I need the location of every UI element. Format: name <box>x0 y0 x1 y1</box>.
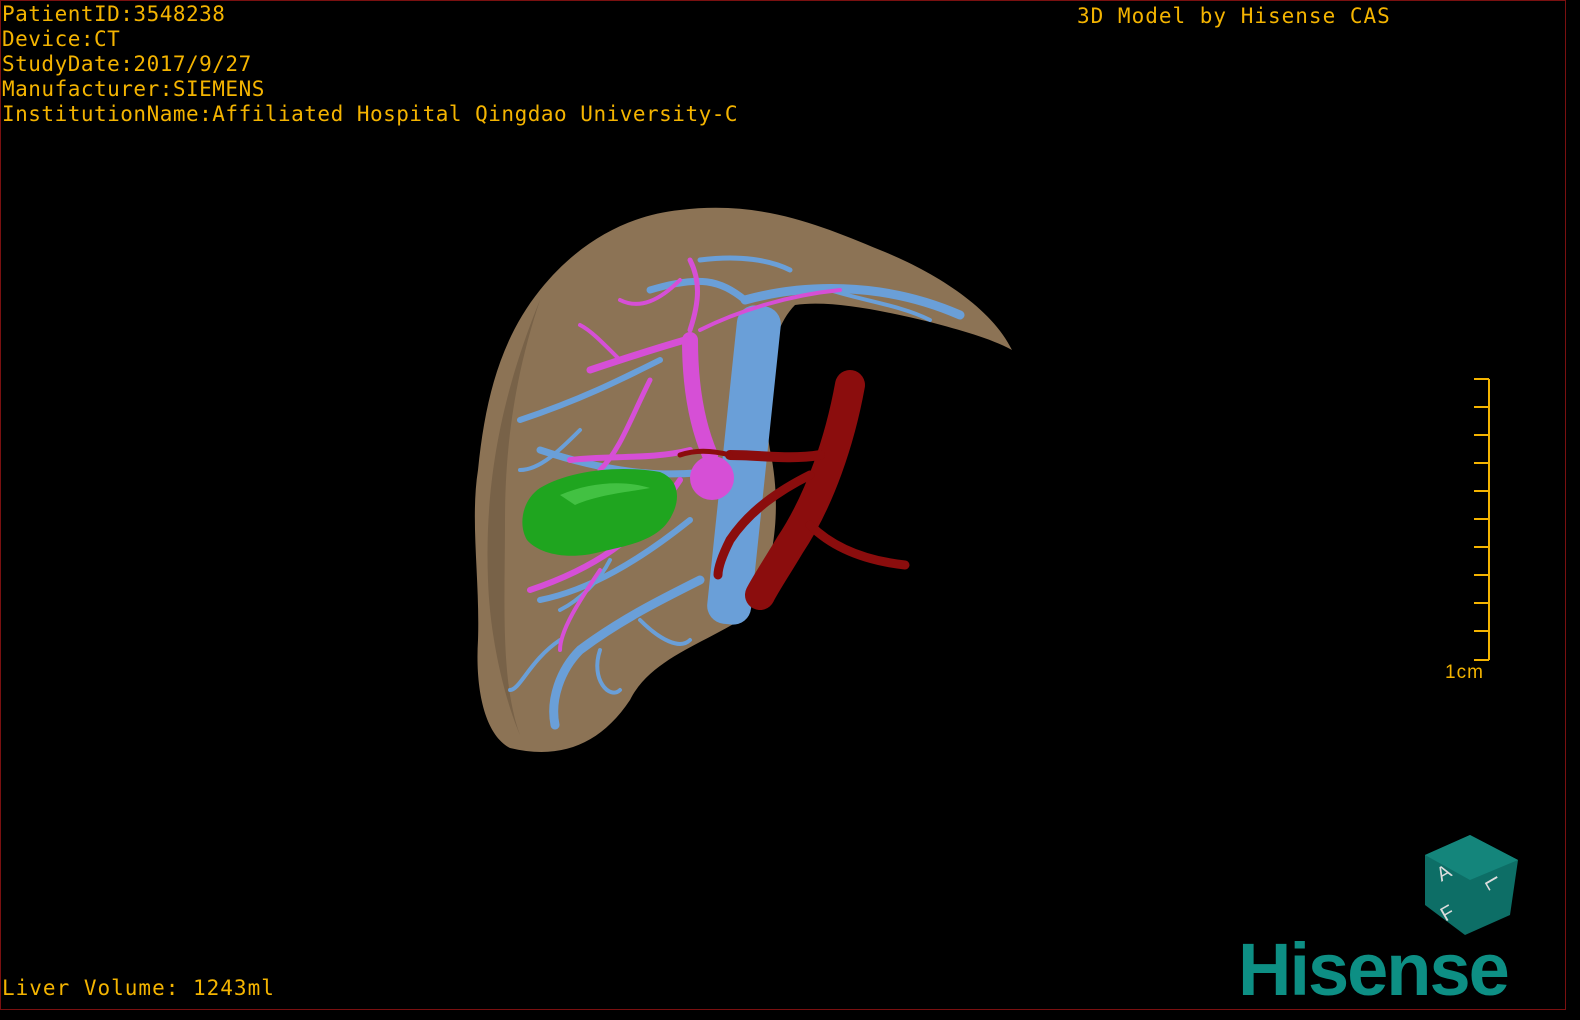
orientation-cube[interactable]: A F L <box>1425 835 1518 935</box>
scale-label: 1cm <box>1445 662 1484 683</box>
hisense-logo: Hisense <box>1238 928 1510 1011</box>
scale-bar <box>1474 378 1490 661</box>
3d-liver-model-view[interactable]: A F L <box>0 0 1566 1010</box>
liver-volume-text: Liver Volume: 1243ml <box>2 976 275 1000</box>
